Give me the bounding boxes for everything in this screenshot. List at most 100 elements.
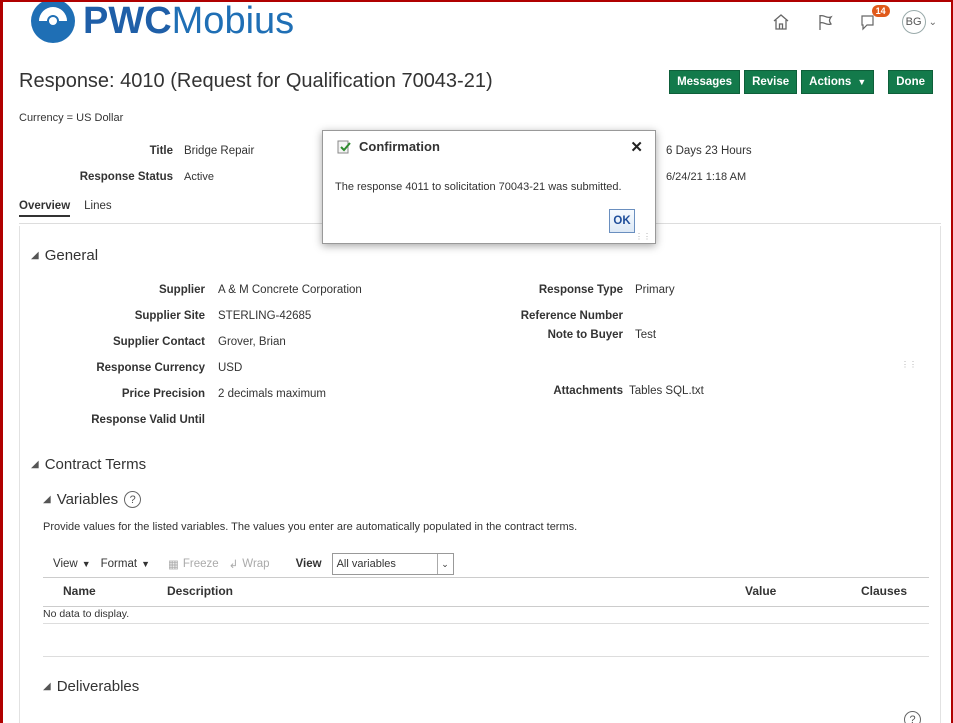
ok-button[interactable]: OK (609, 209, 635, 233)
response-valid-until-label: Response Valid Until (91, 414, 205, 426)
variables-section-header[interactable]: ◢ Variables ? (43, 491, 142, 508)
caret-down-icon: ▼ (141, 559, 150, 569)
response-currency-value: USD (218, 362, 243, 374)
action-buttons: Messages Revise Actions ▼ Done (669, 70, 933, 94)
notifications-bell-icon[interactable]: 14 (858, 5, 890, 33)
response-type-label: Response Type (538, 284, 623, 296)
general-heading: General (44, 247, 99, 264)
notification-count-badge: 14 (871, 5, 890, 17)
dialog-resize-handle-icon[interactable]: ⋮⋮ (635, 232, 651, 241)
collapse-triangle-icon: ◢ (43, 681, 51, 692)
wrap-label: Wrap (242, 558, 270, 570)
response-status-value: Active (184, 171, 214, 183)
tab-lines[interactable]: Lines (84, 200, 112, 217)
price-precision-value: 2 decimals maximum (218, 388, 326, 400)
reference-number-label: Reference Number (520, 310, 623, 322)
home-icon[interactable] (770, 11, 792, 33)
note-to-buyer-value: Test (635, 329, 657, 341)
supplier-contact-label: Supplier Contact (112, 336, 205, 348)
response-type-value: Primary (635, 284, 675, 296)
table-row-divider (43, 623, 929, 624)
wrap-button[interactable]: ↲ Wrap (229, 557, 270, 571)
time-remaining-value: 6 Days 23 Hours (666, 145, 752, 157)
collapse-triangle-icon: ◢ (43, 494, 51, 505)
deliverables-heading: Deliverables (56, 678, 140, 695)
chevron-down-icon: ⌄ (436, 554, 453, 574)
contract-terms-heading: Contract Terms (44, 456, 147, 473)
logo-mobius-text: Mobius (171, 0, 295, 42)
collapse-triangle-icon: ◢ (31, 250, 39, 261)
messages-button[interactable]: Messages (669, 70, 741, 94)
supplier-label: Supplier (158, 284, 205, 296)
supplier-site-value: STERLING-42685 (218, 310, 312, 322)
confirmation-icon (337, 140, 351, 153)
column-header-value[interactable]: Value (745, 584, 776, 598)
deliverables-section-header[interactable]: ◢ Deliverables (43, 678, 139, 695)
freeze-button[interactable]: ▦ Freeze (168, 557, 219, 571)
page-title: Response: 4010 (Request for Qualificatio… (19, 70, 493, 92)
wrap-icon: ↲ (228, 559, 239, 571)
view-filter-value: All variables (336, 558, 396, 570)
resize-handle-icon[interactable]: ⋮⋮ (901, 360, 917, 369)
flag-icon[interactable] (814, 11, 836, 33)
column-header-clauses[interactable]: Clauses (861, 584, 907, 598)
view-menu[interactable]: View ▼ (53, 558, 91, 570)
view-filter-select[interactable]: All variables ⌄ (331, 553, 454, 575)
dialog-title-bar: Confirmation (337, 139, 440, 154)
actions-button[interactable]: Actions ▼ (801, 70, 875, 94)
variables-heading: Variables (56, 491, 119, 508)
supplier-contact-value: Grover, Brian (218, 336, 286, 348)
supplier-value: A & M Concrete Corporation (218, 284, 362, 296)
variables-toolbar: View ▼ Format ▼ ▦ Freeze ↲ Wrap View All… (53, 553, 454, 575)
chevron-down-icon: ⌄ (928, 16, 937, 28)
help-icon[interactable]: ? (904, 711, 921, 723)
close-date-value: 6/24/21 1:18 AM (666, 171, 747, 183)
overview-panel (19, 226, 941, 723)
avatar: BG (901, 10, 926, 34)
contract-terms-section-header[interactable]: ◢ Contract Terms (31, 456, 146, 473)
collapse-triangle-icon: ◢ (31, 459, 39, 470)
response-currency-label: Response Currency (96, 362, 205, 374)
confirmation-dialog: Confirmation ✕ The response 4011 to soli… (322, 130, 656, 244)
general-section-header[interactable]: ◢ General (31, 247, 98, 264)
header-icons: 14 BG ⌄ (770, 5, 937, 34)
supplier-site-label: Supplier Site (134, 310, 205, 322)
format-menu-label: Format (100, 558, 138, 570)
title-label: Title (149, 145, 173, 157)
user-menu[interactable]: BG ⌄ (901, 10, 937, 34)
table-top-border (43, 577, 929, 578)
logo-mark-icon (31, 2, 75, 43)
view-filter-label: View (295, 558, 322, 570)
response-status-label: Response Status (79, 171, 173, 183)
help-icon[interactable]: ? (124, 491, 142, 508)
freeze-label: Freeze (182, 558, 219, 570)
caret-down-icon: ▼ (81, 559, 91, 569)
dialog-title: Confirmation (359, 139, 440, 154)
view-menu-label: View (53, 558, 78, 570)
table-empty-text: No data to display. (43, 608, 130, 620)
app-frame: PWC Mobius 14 BG ⌄ Response: 4010 (Reque… (0, 0, 953, 723)
variables-instructions: Provide values for the listed variables.… (43, 521, 578, 533)
caret-down-icon: ▼ (857, 77, 867, 87)
close-icon[interactable]: ✕ (630, 138, 643, 156)
price-precision-label: Price Precision (121, 388, 205, 400)
title-value: Bridge Repair (184, 145, 255, 157)
attachments-label: Attachments (553, 385, 623, 397)
done-button[interactable]: Done (888, 70, 933, 94)
column-header-description[interactable]: Description (167, 584, 233, 598)
column-header-name[interactable]: Name (63, 584, 96, 598)
revise-button[interactable]: Revise (744, 70, 798, 94)
note-to-buyer-label: Note to Buyer (547, 329, 623, 341)
currency-note: Currency = US Dollar (19, 112, 124, 124)
actions-button-label: Actions (809, 76, 852, 88)
logo-pwc-text: PWC (83, 0, 172, 42)
attachment-link[interactable]: Tables SQL.txt (629, 385, 704, 397)
pwc-mobius-logo[interactable]: PWC Mobius (29, 0, 295, 46)
format-menu[interactable]: Format ▼ (101, 558, 150, 570)
freeze-icon: ▦ (167, 559, 179, 571)
table-header-divider (43, 606, 929, 607)
tab-overview[interactable]: Overview (19, 200, 71, 217)
dialog-message: The response 4011 to solicitation 70043-… (335, 181, 622, 193)
section-divider (43, 656, 929, 657)
tab-bar: Overview Lines (19, 200, 112, 217)
